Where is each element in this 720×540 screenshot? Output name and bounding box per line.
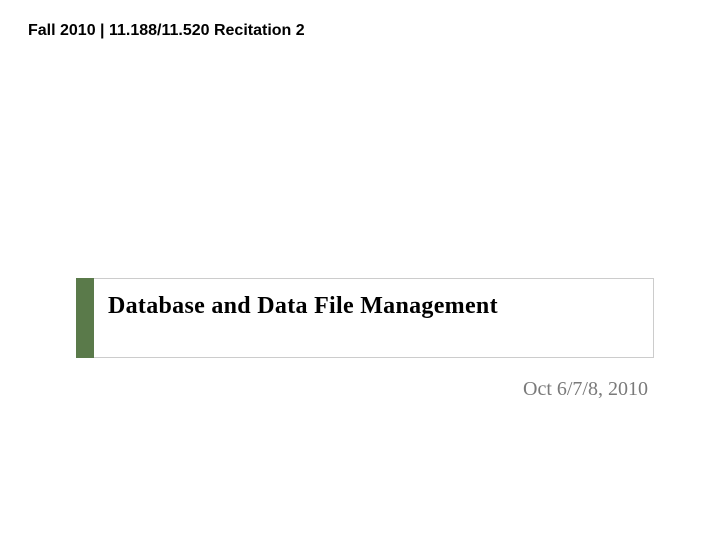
accent-bar <box>76 278 94 358</box>
slide-header: Fall 2010 | 11.188/11.520 Recitation 2 <box>28 22 305 40</box>
title-block: Database and Data File Management <box>76 278 654 358</box>
slide-date: Oct 6/7/8, 2010 <box>523 378 648 401</box>
title-box: Database and Data File Management <box>94 278 654 358</box>
slide-title: Database and Data File Management <box>108 293 498 320</box>
